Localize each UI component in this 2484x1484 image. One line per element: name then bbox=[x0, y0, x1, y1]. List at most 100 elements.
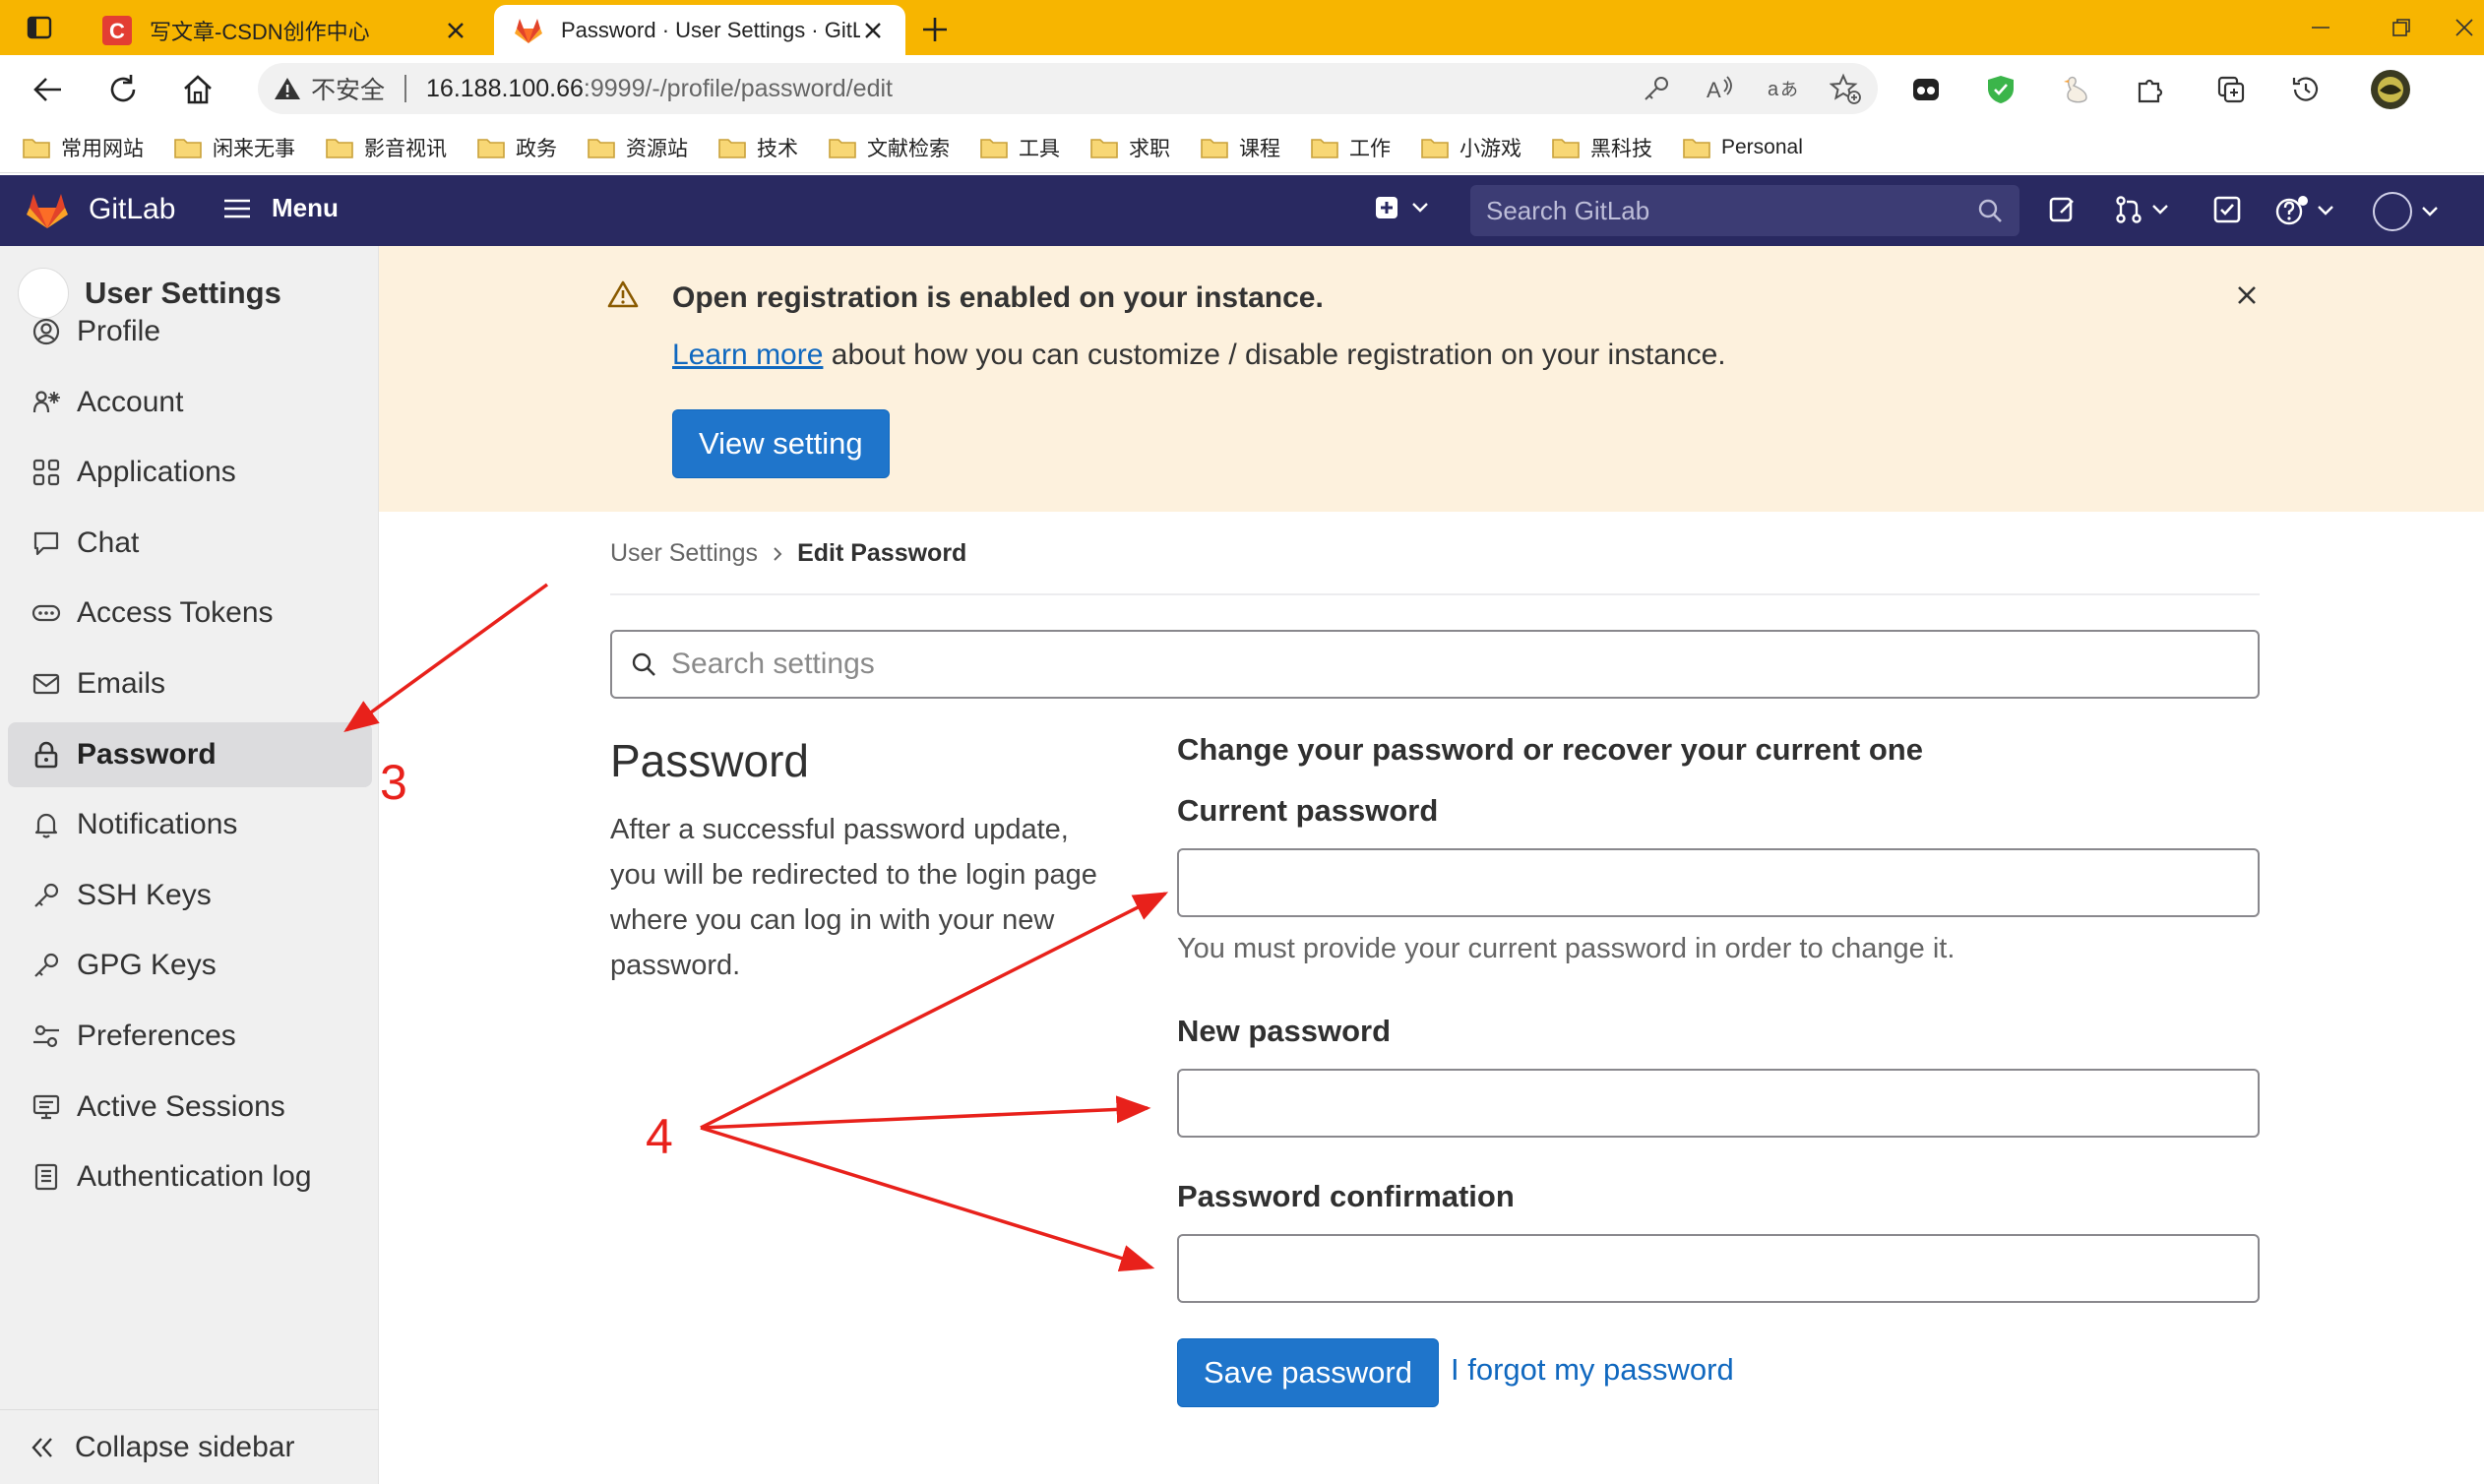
bookmark-label: 闲来无事 bbox=[213, 137, 295, 160]
bookmark-folder[interactable]: 文献检索 bbox=[828, 133, 950, 162]
key-icon bbox=[31, 951, 61, 980]
bookmark-folder[interactable]: Personal bbox=[1682, 136, 1803, 159]
close-icon[interactable] bbox=[860, 18, 886, 43]
sidebar-item-gpg-keys[interactable]: GPG Keys bbox=[8, 933, 372, 998]
bookmark-folder[interactable]: 求职 bbox=[1089, 133, 1170, 162]
back-button[interactable] bbox=[28, 69, 69, 110]
history-button[interactable] bbox=[2285, 69, 2327, 110]
goose-extension-button[interactable] bbox=[2055, 69, 2096, 110]
sidebar-item-password[interactable]: Password bbox=[8, 722, 372, 787]
adblock-extension-button[interactable] bbox=[1980, 69, 2021, 110]
sidebar-item-applications[interactable]: Applications bbox=[8, 440, 372, 505]
dismiss-banner-button[interactable] bbox=[2231, 279, 2263, 311]
extension-button[interactable] bbox=[1905, 69, 1947, 110]
monitor-icon bbox=[31, 1092, 61, 1122]
forgot-password-link[interactable]: I forgot my password bbox=[1451, 1352, 1734, 1388]
close-window-button[interactable] bbox=[2431, 0, 2484, 55]
breadcrumb-user-settings[interactable]: User Settings bbox=[610, 539, 758, 568]
tab-actions-button[interactable] bbox=[6, 0, 73, 55]
arrow-left-icon bbox=[33, 78, 61, 101]
sidebar-item-account[interactable]: Account bbox=[8, 370, 372, 435]
bookmark-label: 资源站 bbox=[626, 137, 688, 160]
sidebar-item-chat[interactable]: Chat bbox=[8, 511, 372, 576]
bookmark-label: Personal bbox=[1721, 135, 1803, 158]
password-key-button[interactable] bbox=[1638, 70, 1675, 107]
restore-button[interactable] bbox=[2368, 0, 2435, 55]
svg-text:A: A bbox=[1707, 78, 1721, 102]
avatar-icon bbox=[2373, 192, 2412, 231]
learn-more-link[interactable]: Learn more bbox=[672, 339, 823, 371]
browser-tab-csdn[interactable]: C 写文章-CSDN创作中心 bbox=[83, 5, 488, 55]
password-confirmation-label: Password confirmation bbox=[1177, 1179, 1515, 1213]
sidebar-item-label: Active Sessions bbox=[77, 1090, 285, 1123]
gitlab-brand[interactable]: GitLab bbox=[89, 193, 175, 226]
gitlab-logo-icon[interactable] bbox=[26, 191, 69, 230]
collections-button[interactable] bbox=[2210, 69, 2252, 110]
bookmark-folder[interactable]: 小游戏 bbox=[1420, 133, 1521, 162]
folder-icon bbox=[588, 138, 615, 158]
bookmark-folder[interactable]: 资源站 bbox=[587, 133, 688, 162]
hamburger-icon bbox=[224, 199, 250, 217]
url-path: :9999/-/profile/password/edit bbox=[583, 74, 893, 102]
new-password-input[interactable] bbox=[1177, 1069, 2260, 1138]
bookmark-folder[interactable]: 影音视讯 bbox=[325, 133, 447, 162]
gitlab-icon bbox=[515, 18, 542, 43]
sidebar-item-preferences[interactable]: Preferences bbox=[8, 1004, 372, 1069]
close-icon[interactable] bbox=[443, 18, 468, 43]
home-button[interactable] bbox=[177, 69, 218, 110]
key-icon bbox=[1645, 77, 1668, 100]
create-new-dropdown[interactable] bbox=[1374, 195, 1429, 220]
bookmark-label: 求职 bbox=[1129, 137, 1170, 160]
banner-text-rest: about how you can customize / disable re… bbox=[823, 339, 1726, 371]
settings-search-input[interactable] bbox=[671, 648, 2147, 681]
address-bar[interactable]: 不安全 16.188.100.66:9999/-/profile/passwor… bbox=[258, 63, 1878, 114]
sidebar-item-ssh-keys[interactable]: SSH Keys bbox=[8, 863, 372, 928]
token-icon bbox=[31, 598, 61, 628]
profile-avatar-button[interactable] bbox=[2370, 69, 2411, 110]
issues-button[interactable] bbox=[2047, 195, 2077, 224]
settings-sidebar: User Settings Profile Account Applications… bbox=[0, 246, 379, 1484]
collapse-sidebar-button[interactable]: Collapse sidebar bbox=[0, 1409, 379, 1484]
bookmark-folder[interactable]: 政务 bbox=[476, 133, 557, 162]
sidebar-item-emails[interactable]: Emails bbox=[8, 651, 372, 716]
bookmark-folder[interactable]: 黑科技 bbox=[1551, 133, 1652, 162]
bookmark-folder[interactable]: 课程 bbox=[1200, 133, 1280, 162]
todos-button[interactable] bbox=[2212, 195, 2242, 224]
refresh-button[interactable] bbox=[102, 69, 144, 110]
breadcrumb-edit-password[interactable]: Edit Password bbox=[797, 539, 966, 568]
help-dropdown[interactable] bbox=[2275, 195, 2334, 226]
save-password-button[interactable]: Save password bbox=[1177, 1338, 1439, 1407]
favorite-button[interactable] bbox=[1827, 70, 1864, 107]
bookmark-folder[interactable]: 闲来无事 bbox=[173, 133, 295, 162]
sidebar-item-access-tokens[interactable]: Access Tokens bbox=[8, 581, 372, 646]
user-menu-dropdown[interactable] bbox=[2372, 191, 2439, 232]
collapse-label: Collapse sidebar bbox=[75, 1430, 295, 1463]
current-password-label: Current password bbox=[1177, 793, 1439, 828]
plus-square-icon bbox=[1376, 197, 1397, 218]
bookmark-folder[interactable]: 工具 bbox=[979, 133, 1060, 162]
sidebar-item-authentication-log[interactable]: Authentication log bbox=[8, 1144, 372, 1209]
sidebar-item-label: SSH Keys bbox=[77, 879, 212, 911]
password-confirmation-input[interactable] bbox=[1177, 1234, 2260, 1303]
sidebar-item-active-sessions[interactable]: Active Sessions bbox=[8, 1075, 372, 1140]
chevron-down-icon bbox=[2152, 205, 2168, 215]
read-aloud-button[interactable]: A bbox=[1701, 70, 1738, 107]
menu-button[interactable]: Menu bbox=[222, 193, 339, 223]
bookmark-folder[interactable]: 工作 bbox=[1310, 133, 1391, 162]
extensions-button[interactable] bbox=[2130, 69, 2171, 110]
sidebar-item-notifications[interactable]: Notifications bbox=[8, 792, 372, 857]
gitlab-search-input[interactable]: Search GitLab bbox=[1470, 185, 2019, 236]
new-tab-button[interactable] bbox=[915, 10, 955, 49]
bookmark-folder[interactable]: 技术 bbox=[717, 133, 798, 162]
minimize-button[interactable] bbox=[2287, 0, 2354, 55]
view-setting-button[interactable]: View setting bbox=[672, 409, 890, 478]
settings-search-box[interactable] bbox=[610, 630, 2260, 699]
bell-icon bbox=[31, 810, 61, 839]
merge-requests-dropdown[interactable] bbox=[2114, 195, 2169, 224]
bookmark-folder[interactable]: 常用网站 bbox=[22, 133, 144, 162]
current-password-input[interactable] bbox=[1177, 848, 2260, 917]
tab-title: 写文章-CSDN创作中心 bbox=[150, 19, 370, 44]
translate-button[interactable]: aあ bbox=[1764, 70, 1801, 107]
sidebar-item-profile[interactable]: Profile bbox=[8, 299, 372, 364]
browser-tab-gitlab[interactable]: Password · User Settings · GitLab bbox=[494, 5, 905, 55]
